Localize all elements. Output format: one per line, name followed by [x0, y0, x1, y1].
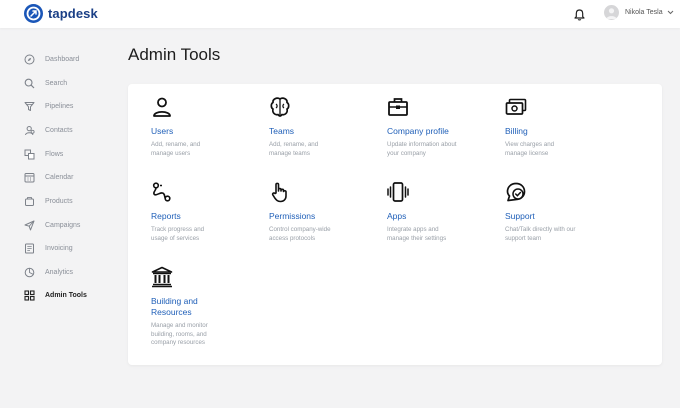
tool-title: Permissions — [269, 211, 316, 221]
sidebar-item-label: Campaigns — [45, 221, 81, 229]
sidebar-item-label: Admin Tools — [45, 291, 87, 299]
tool-reports[interactable]: Reports Track progress and usage of serv… — [151, 181, 261, 243]
phone-vibrate-icon — [387, 182, 409, 202]
bell-icon[interactable] — [574, 8, 585, 21]
compass-icon — [24, 54, 35, 65]
user-name: Nikola Tesla — [625, 9, 663, 16]
app-name: tapdesk — [48, 6, 98, 21]
route-icon — [152, 182, 171, 202]
send-icon — [24, 220, 35, 231]
search-icon — [24, 78, 35, 89]
invoice-icon — [24, 243, 35, 254]
tool-description: Add, rename, and manage teams — [269, 141, 319, 157]
sidebar-item-label: Contacts — [45, 126, 73, 134]
briefcase-icon — [388, 98, 408, 116]
pie-chart-icon — [24, 267, 35, 278]
user-menu[interactable]: Nikola Tesla — [604, 5, 674, 20]
tool-title: Company profile — [387, 126, 449, 136]
tool-description: Manage and monitor building, rooms, and … — [151, 322, 208, 346]
sidebar-item-label: Calendar — [45, 173, 74, 181]
bank-icon — [151, 266, 173, 288]
tool-users[interactable]: Users Add, rename, and manage users — [151, 96, 261, 158]
tool-description: Chat/Talk directly with our support team — [505, 226, 576, 242]
brain-icon — [270, 97, 290, 117]
sidebar-item-label: Invoicing — [45, 244, 73, 252]
tool-support[interactable]: Support Chat/Talk directly with our supp… — [505, 181, 615, 243]
tool-billing[interactable]: Billing View charges and manage license — [505, 96, 615, 158]
flows-icon — [24, 149, 35, 160]
sidebar-item-label: Analytics — [45, 268, 74, 276]
sidebar-item-flows[interactable]: Flows — [24, 147, 63, 161]
sidebar-item-products[interactable]: Products — [24, 194, 73, 208]
chat-check-icon — [506, 182, 526, 202]
tool-teams[interactable]: Teams Add, rename, and manage teams — [269, 96, 379, 158]
tool-description: View charges and manage license — [505, 141, 555, 157]
tool-title: Users — [151, 126, 174, 136]
sidebar-item-label: Search — [45, 79, 68, 87]
app-logo[interactable]: tapdesk — [24, 4, 98, 23]
chevron-down-icon — [667, 10, 673, 15]
tool-description: Control company-wide access protocols — [269, 226, 331, 242]
filter-icon — [24, 101, 35, 112]
hand-pointer-icon — [271, 182, 287, 203]
sidebar-item-label: Pipelines — [45, 102, 74, 110]
tool-title: Billing — [505, 126, 528, 136]
avatar — [604, 5, 619, 20]
sidebar-item-label: Products — [45, 197, 73, 205]
tool-apps[interactable]: Apps Integrate apps and manage their set… — [387, 181, 497, 243]
tool-title: Building and Resources — [151, 296, 198, 317]
money-icon — [505, 98, 527, 115]
tool-title: Reports — [151, 211, 181, 221]
tool-description: Track progress and usage of services — [151, 226, 205, 242]
tool-title: Teams — [269, 126, 295, 136]
user-icon — [153, 97, 171, 117]
tool-building-and-resources[interactable]: Building and Resources Manage and monito… — [151, 266, 261, 348]
sidebar: Dashboard Search Pipelines Contacts Flow… — [0, 28, 110, 408]
tool-description: Update information about your company — [387, 141, 457, 157]
top-bar: tapdesk Nikola Tesla — [0, 0, 680, 28]
sidebar-item-calendar[interactable]: Calendar — [24, 170, 73, 184]
sidebar-item-search[interactable]: Search — [24, 76, 67, 90]
contacts-icon — [24, 125, 35, 136]
logo-mark-icon — [24, 4, 43, 23]
tool-description: Add, rename, and manage users — [151, 141, 201, 157]
box-icon — [24, 196, 35, 207]
tool-title: Support — [505, 211, 535, 221]
sidebar-item-pipelines[interactable]: Pipelines — [24, 99, 73, 113]
sidebar-item-label: Dashboard — [45, 55, 80, 63]
sidebar-item-dashboard[interactable]: Dashboard — [24, 52, 79, 66]
sidebar-item-label: Flows — [45, 150, 64, 158]
tool-permissions[interactable]: Permissions Control company-wide access … — [269, 181, 379, 243]
tool-description: Integrate apps and manage their settings — [387, 226, 447, 242]
admin-tools-card: Users Add, rename, and manage users Team… — [128, 84, 662, 365]
sidebar-item-contacts[interactable]: Contacts — [24, 123, 73, 137]
tool-company-profile[interactable]: Company profile Update information about… — [387, 96, 497, 158]
sidebar-item-analytics[interactable]: Analytics — [24, 265, 73, 279]
calendar-icon — [24, 172, 35, 183]
tool-title: Apps — [387, 211, 407, 221]
sidebar-item-campaigns[interactable]: Campaigns — [24, 218, 80, 232]
grid-icon — [24, 289, 35, 301]
sidebar-item-invoicing[interactable]: Invoicing — [24, 241, 73, 255]
page-title: Admin Tools — [128, 45, 221, 64]
sidebar-item-admin-tools[interactable]: Admin Tools — [24, 288, 87, 302]
